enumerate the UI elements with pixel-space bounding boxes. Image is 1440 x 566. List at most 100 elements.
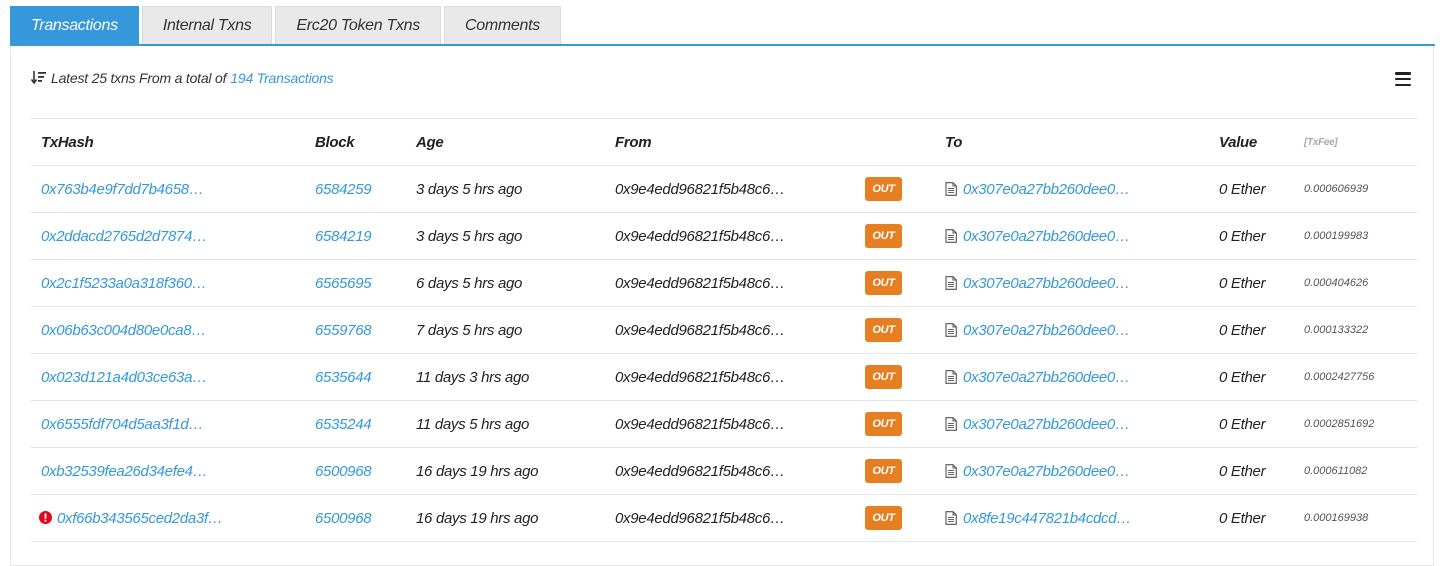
- txfee-cell: 0.000199983: [1304, 230, 1369, 242]
- age-cell: 6 days 5 hrs ago: [416, 274, 523, 292]
- block-link[interactable]: 6500968: [305, 495, 406, 542]
- tab-transactions[interactable]: Transactions: [10, 6, 139, 44]
- header-txhash: TxHash: [41, 133, 94, 151]
- from-address: 0x9e4edd96821f5b48c6…: [615, 274, 785, 292]
- txfee-cell: 0.000404626: [1304, 277, 1369, 289]
- txhash-cell[interactable]: 0x2c1f5233a0a318f360…: [31, 260, 305, 307]
- block-link[interactable]: 6500968: [305, 448, 406, 495]
- direction-cell: OUT: [855, 401, 935, 448]
- block-link[interactable]: 6565695: [305, 260, 406, 307]
- txhash-cell[interactable]: 0x023d121a4d03ce63a…: [31, 354, 305, 401]
- txfee-cell: 0.000611082: [1304, 465, 1368, 477]
- to-address-link[interactable]: 0x307e0a27bb260dee0…: [963, 275, 1130, 292]
- value-cell: 0 Ether: [1219, 462, 1266, 480]
- contract-document-icon: [945, 181, 957, 196]
- out-badge: OUT: [865, 412, 902, 436]
- contract-document-icon: [945, 228, 957, 243]
- txhash-link[interactable]: 0xf66b343565ced2da3f…: [57, 510, 223, 527]
- contract-document-icon: [945, 322, 957, 337]
- to-address-link[interactable]: 0x307e0a27bb260dee0…: [963, 322, 1130, 339]
- to-address-link[interactable]: 0x8fe19c447821b4cdcd…: [963, 510, 1131, 527]
- to-address-link[interactable]: 0x307e0a27bb260dee0…: [963, 369, 1130, 386]
- txhash-link[interactable]: 0x2ddacd2765d2d7874…: [41, 228, 207, 245]
- txfee-cell: 0.000606939: [1304, 183, 1369, 195]
- block-link[interactable]: 6584219: [305, 213, 406, 260]
- contract-document-icon: [945, 463, 957, 478]
- txhash-link[interactable]: 0x06b63c004d80e0ca8…: [41, 322, 206, 339]
- block-link[interactable]: 6535244: [305, 401, 406, 448]
- sort-descending-icon[interactable]: [31, 70, 47, 86]
- txn-summary: Latest 25 txns From a total of 194 Trans…: [31, 70, 334, 86]
- out-badge: OUT: [865, 318, 902, 342]
- to-address-link[interactable]: 0x307e0a27bb260dee0…: [963, 181, 1130, 198]
- value-cell: 0 Ether: [1219, 274, 1266, 292]
- txhash-cell[interactable]: 0xb32539fea26d34efe4…: [31, 448, 305, 495]
- txhash-cell[interactable]: 0x6555fdf704d5aa3f1d…: [31, 401, 305, 448]
- out-badge: OUT: [865, 177, 902, 201]
- header-block: Block: [315, 133, 355, 151]
- contract-document-icon: [945, 510, 957, 525]
- txhash-cell[interactable]: 0x763b4e9f7dd7b4658…: [31, 166, 305, 213]
- value-cell: 0 Ether: [1219, 368, 1266, 386]
- header-to: To: [945, 133, 963, 151]
- table-row: 0xf66b343565ced2da3f… 6500968 16 days 19 h…: [31, 495, 1417, 542]
- direction-cell: OUT: [855, 260, 935, 307]
- to-cell: 0x307e0a27bb260dee0…: [935, 260, 1209, 307]
- header-direction: [855, 119, 935, 166]
- contract-document-icon: [945, 275, 957, 290]
- out-badge: OUT: [865, 459, 902, 483]
- from-address: 0x9e4edd96821f5b48c6…: [615, 368, 785, 386]
- tab-comments[interactable]: Comments: [443, 6, 561, 44]
- age-cell: 16 days 19 hrs ago: [416, 509, 539, 527]
- from-address: 0x9e4edd96821f5b48c6…: [615, 227, 785, 245]
- txhash-link[interactable]: 0x2c1f5233a0a318f360…: [41, 275, 207, 292]
- from-address: 0x9e4edd96821f5b48c6…: [615, 180, 785, 198]
- block-link[interactable]: 6559768: [305, 307, 406, 354]
- value-cell: 0 Ether: [1219, 180, 1266, 198]
- out-badge: OUT: [865, 224, 902, 248]
- txhash-link[interactable]: 0x763b4e9f7dd7b4658…: [41, 181, 204, 198]
- direction-cell: OUT: [855, 213, 935, 260]
- transactions-table-body: 0x763b4e9f7dd7b4658… 6584259 3 days 5 hrs …: [31, 166, 1417, 542]
- txhash-link[interactable]: 0x6555fdf704d5aa3f1d…: [41, 416, 203, 433]
- txhash-cell[interactable]: 0x2ddacd2765d2d7874…: [31, 213, 305, 260]
- hamburger-menu-icon[interactable]: [1395, 72, 1411, 87]
- txhash-cell[interactable]: 0x06b63c004d80e0ca8…: [31, 307, 305, 354]
- age-cell: 7 days 5 hrs ago: [416, 321, 523, 339]
- to-cell: 0x307e0a27bb260dee0…: [935, 354, 1209, 401]
- transactions-panel: Latest 25 txns From a total of 194 Trans…: [10, 46, 1434, 566]
- txhash-cell[interactable]: 0xf66b343565ced2da3f…: [31, 495, 305, 542]
- txfee-cell: 0.0002851692: [1304, 418, 1375, 430]
- txhash-link[interactable]: 0x023d121a4d03ce63a…: [41, 369, 207, 386]
- direction-cell: OUT: [855, 448, 935, 495]
- tab-bar: Transactions Internal Txns Erc20 Token T…: [10, 6, 1435, 46]
- to-address-link[interactable]: 0x307e0a27bb260dee0…: [963, 463, 1130, 480]
- table-row: 0xb32539fea26d34efe4… 6500968 16 days 19 h…: [31, 448, 1417, 495]
- to-cell: 0x307e0a27bb260dee0…: [935, 401, 1209, 448]
- table-header-row: TxHash Block Age From To Value [TxFee]: [31, 118, 1417, 166]
- to-address-link[interactable]: 0x307e0a27bb260dee0…: [963, 416, 1130, 433]
- block-link[interactable]: 6584259: [305, 166, 406, 213]
- to-cell: 0x307e0a27bb260dee0…: [935, 448, 1209, 495]
- block-link[interactable]: 6535644: [305, 354, 406, 401]
- direction-cell: OUT: [855, 166, 935, 213]
- tab-erc20-token-txns[interactable]: Erc20 Token Txns: [275, 6, 441, 44]
- direction-cell: OUT: [855, 307, 935, 354]
- age-cell: 16 days 19 hrs ago: [416, 462, 539, 480]
- tab-internal-txns[interactable]: Internal Txns: [141, 6, 273, 44]
- header-value: Value: [1219, 133, 1257, 151]
- to-cell: 0x307e0a27bb260dee0…: [935, 166, 1209, 213]
- contract-document-icon: [945, 416, 957, 431]
- table-row: 0x2c1f5233a0a318f360… 6565695 6 days 5 hrs…: [31, 260, 1417, 307]
- direction-cell: OUT: [855, 354, 935, 401]
- table-row: 0x6555fdf704d5aa3f1d… 6535244 11 days 5 hr…: [31, 401, 1417, 448]
- age-cell: 11 days 5 hrs ago: [416, 415, 530, 433]
- to-address-link[interactable]: 0x307e0a27bb260dee0…: [963, 228, 1130, 245]
- txfee-cell: 0.000133322: [1304, 324, 1369, 336]
- txhash-link[interactable]: 0xb32539fea26d34efe4…: [41, 463, 208, 480]
- header-txfee[interactable]: [TxFee]: [1294, 119, 1417, 166]
- from-address: 0x9e4edd96821f5b48c6…: [615, 509, 785, 527]
- table-row: 0x763b4e9f7dd7b4658… 6584259 3 days 5 hrs …: [31, 166, 1417, 213]
- total-transactions-link[interactable]: 194 Transactions: [230, 70, 333, 86]
- table-row: 0x06b63c004d80e0ca8… 6559768 7 days 5 hrs …: [31, 307, 1417, 354]
